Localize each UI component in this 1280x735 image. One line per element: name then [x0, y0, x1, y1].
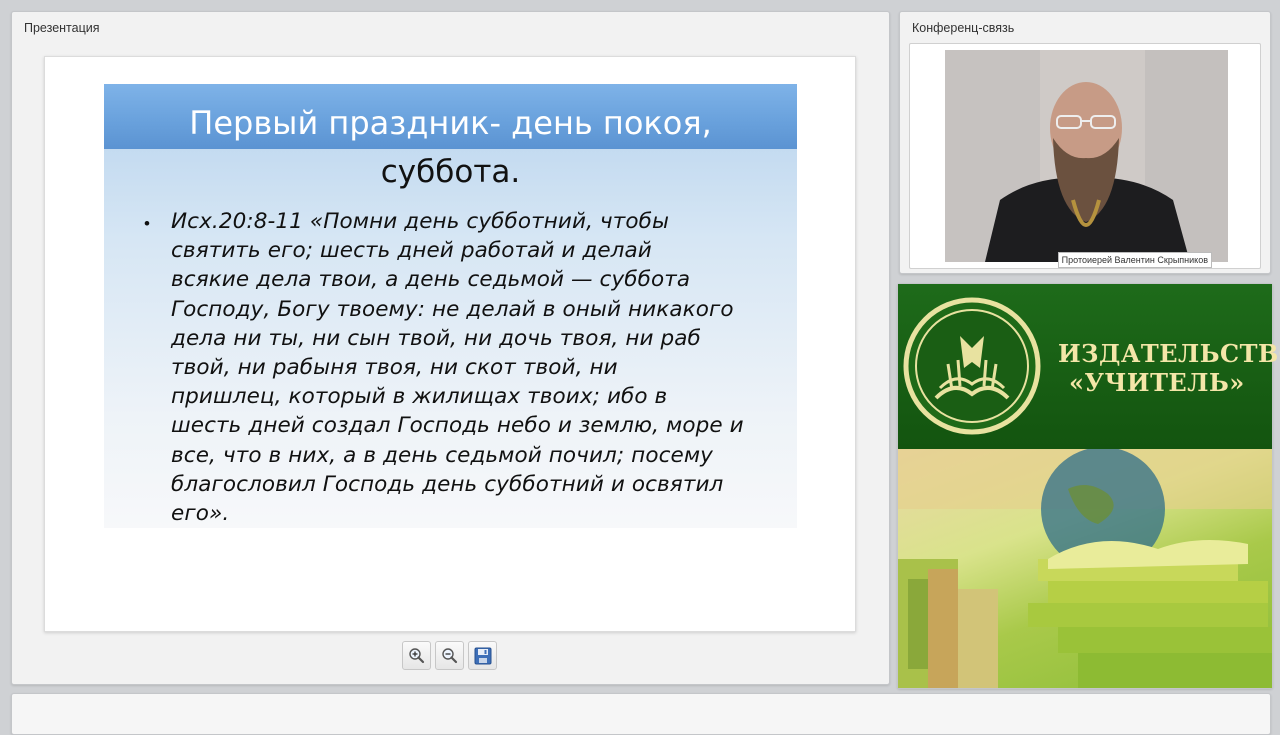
slide-text-line: Господу, Богу твоему: не делай в оный ни… — [171, 296, 734, 322]
save-button[interactable] — [468, 641, 497, 670]
slide-text-line: Исх.20:8-11 «Помни день субботний, чтобы — [171, 209, 670, 234]
conference-panel-title: Конференц-связь — [912, 21, 1015, 35]
presentation-panel: Презентация Первый праздник- день покоя,… — [11, 11, 890, 685]
books-globe-image — [898, 449, 1272, 688]
speaker-name-caption: Протоиерей Валентин Скрыпников — [1057, 252, 1212, 268]
speaker-silhouette — [945, 50, 1228, 262]
slide-text-line: пришлец, который в жилищах твоих; ибо в — [171, 384, 668, 410]
slide: Первый праздник- день покоя, суббота. • … — [104, 84, 797, 528]
zoom-in-button[interactable] — [402, 641, 431, 670]
slide-body-text: Исх.20:8-11 «Помни день субботний, чтобы… — [171, 207, 791, 528]
slide-text-line: шесть дней создал Господь небо и землю, … — [171, 413, 744, 439]
zoom-in-icon — [409, 648, 425, 664]
slide-title-line1: Первый праздник- день покоя, — [189, 104, 712, 142]
slide-text-line: святить его; шесть дней работай и делай — [171, 238, 652, 264]
slide-text-line: твой, ни рабыня твоя, ни скот твой, ни — [171, 355, 618, 381]
publisher-name-line1: ИЗДАТЕЛЬСТВО — [1058, 339, 1280, 368]
publisher-banner: ИЗДАТЕЛЬСТВО «УЧИТЕЛЬ» — [897, 283, 1280, 689]
publisher-name-line2: «УЧИТЕЛЬ» — [1069, 368, 1245, 397]
presentation-panel-title: Презентация — [24, 21, 100, 35]
speaker-video — [945, 50, 1228, 262]
slide-text-line: дела ни ты, ни сын твой, ни дочь твоя, н… — [171, 325, 701, 351]
slide-text-line: все, что в них, а в день седьмой почил; … — [171, 442, 713, 468]
conference-panel: Конференц-связь Протоиерей Валентин Скры… — [899, 11, 1271, 274]
slide-bullet: • — [144, 214, 150, 233]
slide-text-line: его». — [171, 501, 230, 527]
slide-title-line2: суббота. — [380, 154, 521, 190]
slide-text-line: благословил Господь день субботний и осв… — [171, 471, 724, 497]
zoom-out-icon — [442, 648, 458, 664]
bottom-panel — [11, 693, 1271, 735]
publisher-emblem-icon — [903, 297, 1041, 435]
publisher-logo-area: ИЗДАТЕЛЬСТВО «УЧИТЕЛЬ» — [898, 284, 1280, 449]
floppy-disk-icon — [474, 647, 492, 665]
slide-viewer: Первый праздник- день покоя, суббота. • … — [44, 56, 856, 632]
zoom-out-button[interactable] — [435, 641, 464, 670]
slide-text-line: всякие дела твои, а день седьмой — суббо… — [171, 267, 691, 293]
books-globe-illustration — [898, 449, 1272, 688]
